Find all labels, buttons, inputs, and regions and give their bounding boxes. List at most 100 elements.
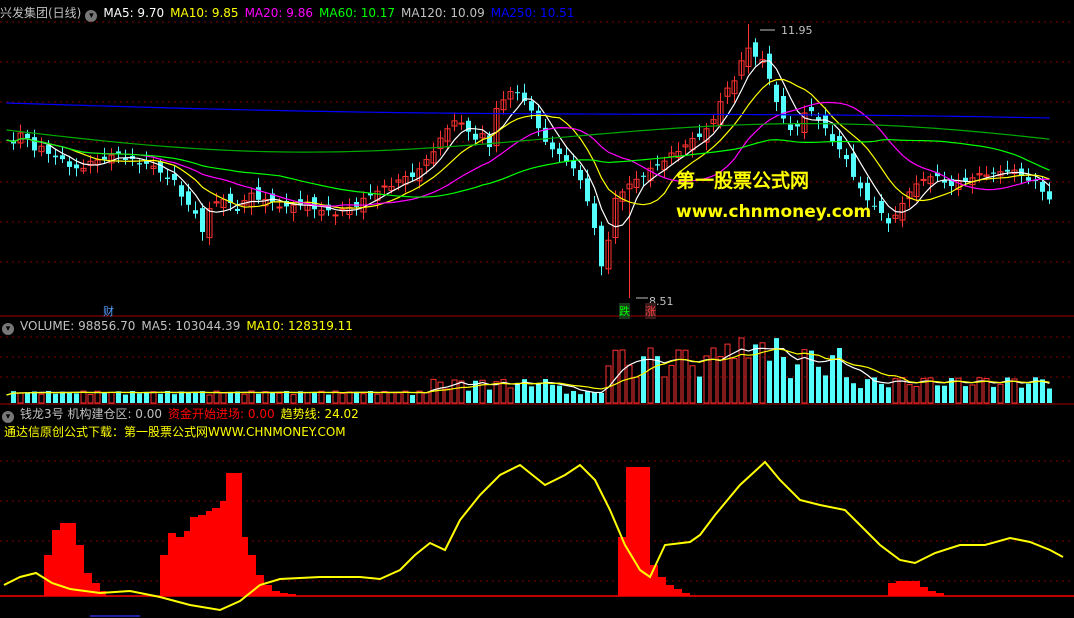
accumulation-bar <box>674 589 682 596</box>
volume-bar-down <box>67 391 72 403</box>
accumulation-bar <box>212 508 220 596</box>
candle-body-down <box>767 53 772 79</box>
candle-body-down <box>991 172 996 174</box>
volume-bar-up <box>38 393 45 404</box>
candlestick-chart[interactable] <box>0 0 1074 317</box>
accumulation-bar <box>190 517 198 596</box>
candle-body-down <box>641 175 646 177</box>
volume-bar-down <box>179 391 184 403</box>
volume-bar-down <box>529 386 534 403</box>
ma5-line <box>6 60 1050 228</box>
settings-icon[interactable]: ▾ <box>2 411 14 423</box>
volume-bar-down <box>935 385 940 403</box>
volume-bar-up <box>339 392 346 404</box>
volume-bar-down <box>830 355 835 403</box>
accumulation-bar <box>920 587 928 596</box>
accumulation-bar <box>682 593 690 596</box>
candle-body-down <box>592 203 597 229</box>
volume-bar-up <box>451 379 458 404</box>
volume-bar-down <box>550 384 555 403</box>
volume-bar-down <box>1026 383 1031 403</box>
candle-body-up <box>920 178 927 181</box>
volume-bar-down <box>858 388 863 403</box>
candle-body-down <box>1040 181 1045 192</box>
volume-bar-up <box>668 364 675 404</box>
accumulation-bar <box>658 577 666 596</box>
candle-body-down <box>53 155 58 158</box>
volume-bar-up <box>626 364 633 404</box>
volume-bar-down <box>515 382 520 403</box>
candle-body-down <box>410 172 415 177</box>
volume-bar-up <box>983 378 990 404</box>
volume-bar-up <box>304 392 311 404</box>
candle-body-down <box>865 182 870 201</box>
volume-bar-down <box>1040 379 1045 403</box>
volume-bar-up <box>703 355 710 404</box>
accumulation-bar <box>928 591 936 596</box>
candle-body-up <box>332 214 339 217</box>
price-pane[interactable]: 兴发集团(日线) ▾ MA5: 9.70 MA10: 9.85 MA20: 9.86 MA… <box>0 0 1074 319</box>
indicator-pane[interactable]: ▾ 钱龙3号 机构建仓区: 0.00 资金开始进场: 0.00 趋势线: 24.02 … <box>0 405 1074 618</box>
volume-bar-up <box>276 392 283 404</box>
volume-label-2: MA10: 128319.11 <box>246 319 353 333</box>
volume-bar-down <box>270 391 275 403</box>
accumulation-bar <box>912 581 920 596</box>
volume-bar-up <box>423 392 430 404</box>
candle-body-down <box>193 210 198 214</box>
accumulation-bar <box>176 537 184 596</box>
indicator-label-0: 钱龙3号 机构建仓区: 0.00 <box>20 407 163 421</box>
candle-body-down <box>186 191 191 205</box>
volume-bar-down <box>599 392 604 403</box>
candle-body-down <box>165 177 170 179</box>
accumulation-bar <box>160 555 168 596</box>
volume-bar-down <box>466 390 471 403</box>
accumulation-bar <box>280 593 288 596</box>
candle-body-down <box>788 124 793 130</box>
accumulation-bar <box>626 467 634 596</box>
volume-bar-up <box>346 391 353 404</box>
candle-body-down <box>529 101 534 111</box>
volume-bar-up <box>745 357 752 404</box>
settings-icon[interactable]: ▾ <box>2 323 14 335</box>
candle-body-down <box>60 155 65 160</box>
volume-bar-up <box>395 392 402 404</box>
accumulation-bar <box>68 523 76 596</box>
volume-bar-down <box>123 394 128 403</box>
candle-body-down <box>1047 191 1052 200</box>
volume-bar-down <box>879 383 884 403</box>
volume-bar-down <box>809 350 814 403</box>
candle-body-down <box>123 158 128 160</box>
volume-bar-down <box>186 392 191 403</box>
volume-bar-down <box>844 377 849 403</box>
indicator-header: ▾ 钱龙3号 机构建仓区: 0.00 资金开始进场: 0.00 趋势线: 24.02 <box>0 406 371 423</box>
volume-legend: VOLUME: 98856.70 MA5: 103044.39 MA10: 1283… <box>20 319 359 333</box>
volume-bar-down <box>655 356 660 403</box>
watermark-url: www.chnmoney.com <box>676 202 872 222</box>
volume-bar-up <box>619 349 626 404</box>
volume-bar-down <box>1047 388 1052 403</box>
volume-bar-down <box>886 387 891 403</box>
volume-bar-down <box>767 360 772 403</box>
volume-bar-down <box>564 393 569 403</box>
accumulation-bar <box>44 555 52 596</box>
volume-bar-down <box>536 384 541 403</box>
candle-body-down <box>571 160 576 169</box>
volume-bar-up <box>87 394 94 404</box>
accumulation-bar <box>264 585 272 596</box>
volume-bar-down <box>774 338 779 403</box>
volume-bar-up <box>17 392 24 404</box>
candle-body-down <box>354 201 359 207</box>
candle-body-down <box>837 136 842 150</box>
volume-bar-up <box>360 393 367 404</box>
volume-bar-down <box>837 348 842 403</box>
accumulation-bar <box>904 581 912 596</box>
volume-bar-up <box>262 391 269 404</box>
volume-bar-up <box>150 391 157 404</box>
candle-body-down <box>473 133 478 140</box>
volume-pane[interactable]: ▾ VOLUME: 98856.70 MA5: 103044.39 MA10: 128… <box>0 317 1074 405</box>
volume-bar-down <box>235 391 240 403</box>
volume-bar-up <box>241 393 248 404</box>
candle-body-down <box>1005 169 1010 172</box>
ma120-line <box>6 123 1050 153</box>
volume-bar-up <box>738 337 745 404</box>
